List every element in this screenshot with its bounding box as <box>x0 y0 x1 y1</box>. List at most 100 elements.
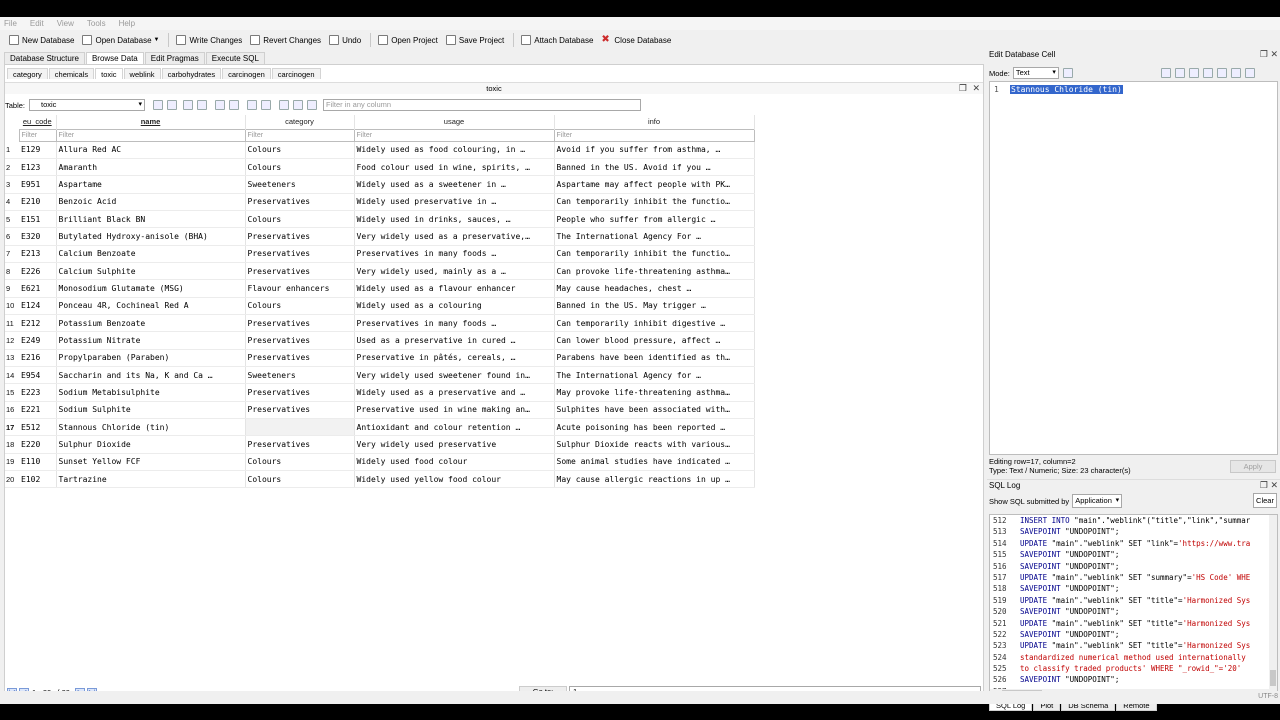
cell-info[interactable]: Parabens have been identified as th… <box>554 349 755 367</box>
cell-name[interactable]: Tartrazine <box>56 470 246 489</box>
cell-info[interactable]: Avoid if you suffer from asthma, … <box>554 141 755 159</box>
word-wrap-icon[interactable] <box>1160 68 1171 78</box>
cell-usage[interactable]: Widely used in drinks, sauces, … <box>354 210 555 229</box>
tab-carcinogen[interactable]: carcinogen <box>222 68 271 79</box>
cell-name[interactable]: Amaranth <box>56 158 246 177</box>
table-row[interactable]: 3 E951 Aspartame Sweeteners Widely used as a… <box>5 175 755 194</box>
tab-weblink[interactable]: weblink <box>123 68 161 79</box>
row-number[interactable]: 18 <box>5 435 19 454</box>
cell-info[interactable]: Can lower blood pressure, affect … <box>554 331 755 350</box>
cell-category[interactable]: Colours <box>245 297 355 315</box>
auto-format-icon[interactable] <box>1062 68 1073 78</box>
cell-info[interactable]: Aspartame may affect people with PK… <box>554 175 755 194</box>
cell-eu-code[interactable]: E226 <box>19 262 57 281</box>
vertical-scrollbar[interactable] <box>1269 515 1277 691</box>
cell-eu-code[interactable]: E129 <box>19 141 57 159</box>
cell-name[interactable]: Propylparaben (Paraben) <box>56 349 246 367</box>
dropdown-arrow-icon[interactable]: ▼ <box>154 37 160 43</box>
close-icon[interactable]: ✕ <box>1270 480 1278 491</box>
cell-name[interactable]: Brilliant Black BN <box>56 210 246 229</box>
table-row[interactable]: 11 E212 Potassium Benzoate Preservatives Pre… <box>5 314 755 333</box>
cell-editor[interactable]: 1 Stannous Chloride (tin) <box>989 81 1278 455</box>
cell-usage[interactable]: Widely used as a colouring <box>354 297 555 315</box>
cell-eu-code[interactable]: E954 <box>19 366 57 385</box>
filter-name[interactable]: Filter <box>55 128 246 142</box>
refresh-icon[interactable] <box>167 100 178 110</box>
open-project-button[interactable]: Open Project <box>375 32 441 48</box>
filter-all-input[interactable]: Filter in any column <box>323 99 642 111</box>
table-row[interactable]: 17 E512 Stannous Chloride (tin) Antioxidant… <box>5 418 755 437</box>
cell-category[interactable]: Sweeteners <box>245 175 355 194</box>
cell-info[interactable]: Sulphites have been associated with… <box>554 401 755 420</box>
cell-category[interactable]: Colours <box>245 210 355 229</box>
print-icon[interactable] <box>229 100 240 110</box>
table-row[interactable]: 7 E213 Calcium Benzoate Preservatives Preser… <box>5 245 755 263</box>
cell-info[interactable]: Sulphur Dioxide reacts with various… <box>554 435 755 454</box>
table-row[interactable]: 18 E220 Sulphur Dioxide Preservatives Very w… <box>5 435 755 454</box>
table-select[interactable]: toxic ▾ <box>29 99 146 111</box>
column-header-category[interactable]: category <box>245 115 355 129</box>
close-icon[interactable]: ✕ <box>1270 49 1278 60</box>
cell-name[interactable]: Saccharin and its Na, K and Ca … <box>56 366 246 385</box>
table-row[interactable]: 5 E151 Brilliant Black BN Colours Widely use… <box>5 210 755 229</box>
tab-carcinogen-2[interactable]: carcinogen <box>271 68 321 79</box>
cell-category[interactable]: Colours <box>245 141 355 159</box>
clear-button[interactable]: Clear <box>1253 493 1277 508</box>
row-number[interactable]: 8 <box>5 262 19 281</box>
menu-tools[interactable]: Tools <box>87 19 106 28</box>
cell-name[interactable]: Aspartame <box>56 175 246 194</box>
open-database-button[interactable]: Open Database ▼ <box>79 32 162 48</box>
cell-name[interactable]: Allura Red AC <box>56 141 246 159</box>
cell-category[interactable]: Preservatives <box>245 331 355 350</box>
cell-usage[interactable]: Widely used as food colouring, in … <box>354 141 555 159</box>
save-project-button[interactable]: Save Project <box>443 32 507 48</box>
row-number[interactable]: 14 <box>5 366 19 385</box>
cell-eu-code[interactable]: E212 <box>19 314 57 333</box>
cell-info[interactable]: Can temporarily inhibit digestive … <box>554 314 755 333</box>
editor-selected-text[interactable]: Stannous Chloride (tin) <box>1010 85 1123 94</box>
menu-edit[interactable]: Edit <box>30 19 44 28</box>
column-header-name[interactable]: name <box>56 115 246 129</box>
row-number[interactable]: 11 <box>5 314 19 333</box>
cell-category[interactable]: Preservatives <box>245 193 355 211</box>
close-database-button[interactable]: ✖ Close Database <box>598 32 674 48</box>
cell-name[interactable]: Sodium Sulphite <box>56 401 246 420</box>
cell-category[interactable]: Colours <box>245 158 355 177</box>
delete-record-icon[interactable] <box>261 100 272 110</box>
set-null-icon[interactable] <box>1230 68 1241 78</box>
cell-category[interactable]: Colours <box>245 470 355 489</box>
cell-usage[interactable]: Preservative used in wine making an… <box>354 401 555 420</box>
revert-changes-button[interactable]: Revert Changes <box>247 32 324 48</box>
cell-eu-code[interactable]: E213 <box>19 245 57 263</box>
cell-category[interactable]: Preservatives <box>245 435 355 454</box>
row-number[interactable]: 17 <box>5 418 19 437</box>
close-icon[interactable]: ✕ <box>972 83 980 94</box>
cell-usage[interactable]: Widely used yellow food colour <box>354 470 555 489</box>
cell-category[interactable]: Flavour enhancers <box>245 279 355 298</box>
row-number[interactable]: 4 <box>5 193 19 211</box>
cell-info[interactable]: May cause headaches, chest … <box>554 279 755 298</box>
row-number[interactable]: 20 <box>5 470 19 489</box>
cell-eu-code[interactable]: E110 <box>19 453 57 472</box>
tab-browse-data[interactable]: Browse Data <box>85 52 144 64</box>
cell-info[interactable]: Can temporarily inhibit the functio… <box>554 245 755 263</box>
row-number[interactable]: 1 <box>5 141 19 159</box>
attach-database-button[interactable]: Attach Database <box>518 32 596 48</box>
float-icon[interactable]: ❐ <box>1260 480 1268 491</box>
insert-record-icon[interactable] <box>247 100 258 110</box>
row-number[interactable]: 19 <box>5 453 19 472</box>
table-row[interactable]: 14 E954 Saccharin and its Na, K and Ca … Sw… <box>5 366 755 385</box>
cell-info[interactable]: The International Agency for … <box>554 366 755 385</box>
import-icon[interactable] <box>1202 68 1213 78</box>
cell-eu-code[interactable]: E320 <box>19 227 57 246</box>
cell-name[interactable]: Potassium Benzoate <box>56 314 246 333</box>
cell-eu-code[interactable]: E621 <box>19 279 57 298</box>
tab-chemicals[interactable]: chemicals <box>48 68 95 79</box>
table-row[interactable]: 6 E320 Butylated Hydroxy-anisole (BHA) Pres… <box>5 227 755 246</box>
cell-usage[interactable]: Very widely used as a preservative,… <box>354 227 555 246</box>
clear-sort-icon[interactable] <box>183 100 194 110</box>
scroll-thumb[interactable] <box>1270 670 1276 686</box>
row-number[interactable]: 13 <box>5 349 19 367</box>
cell-usage[interactable]: Preservatives in many foods … <box>354 314 555 333</box>
print-icon[interactable] <box>1244 68 1255 78</box>
